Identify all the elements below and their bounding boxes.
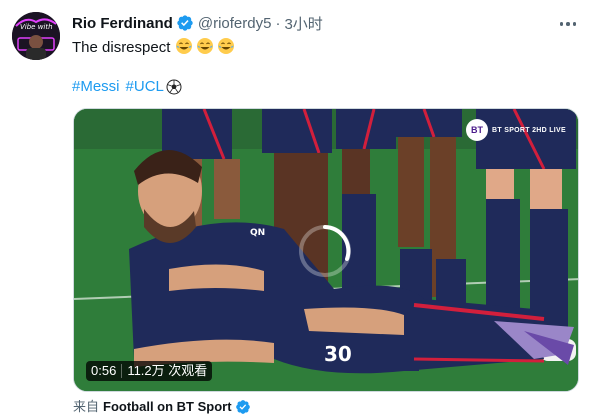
hashtags: #Messi #UCL [72, 77, 182, 97]
svg-text:Vibe with: Vibe with [20, 23, 53, 31]
hashtag-messi[interactable]: #Messi [72, 77, 120, 97]
jersey-number: 30 [324, 342, 352, 366]
tweet-text: The disrespect [72, 37, 235, 58]
timestamp[interactable]: 3小时 [284, 13, 322, 34]
bt-sport-logo: BT BT SPORT 2HD LIVE [466, 119, 566, 141]
avatar[interactable]: Vibe with [12, 12, 60, 60]
separator-dot: · [275, 14, 281, 32]
verified-badge-icon [176, 14, 194, 32]
source-prefix: 来自 [73, 399, 100, 414]
tweet-text-content: The disrespect [72, 39, 171, 56]
video-source: 来自 Football on BT Sport [73, 398, 251, 416]
tweet-header: Rio Ferdinand @rioferdy5 · 3小时 [72, 12, 323, 34]
video-player[interactable]: 30 QN BT BT SPORT 2HD LIVE 0:56 11.2万 次观… [73, 108, 579, 392]
more-options-icon[interactable] [557, 14, 579, 34]
hashtag-ucl[interactable]: #UCL [126, 77, 164, 97]
channel-label: BT SPORT 2HD LIVE [492, 126, 566, 134]
video-view-count: 11.2万 次观看 [127, 363, 208, 378]
bt-logo-circle: BT [466, 119, 489, 141]
sponsor-text: QN [250, 228, 265, 238]
soccer-ball-icon [166, 79, 182, 95]
author-name[interactable]: Rio Ferdinand [72, 15, 173, 32]
tweet-card[interactable]: Vibe with Rio Ferdinand @rioferdy5 · 3小时… [0, 0, 601, 418]
tears-of-joy-emoji-icon [197, 38, 214, 54]
loading-spinner-icon [299, 225, 351, 277]
tears-of-joy-emoji-icon [176, 38, 193, 54]
author-handle[interactable]: @rioferdy5 [198, 15, 272, 32]
verified-badge-icon [235, 399, 251, 415]
video-stats-badge: 0:56 11.2万 次观看 [86, 361, 213, 381]
source-account-link[interactable]: Football on BT Sport [103, 398, 232, 416]
tears-of-joy-emoji-icon [218, 38, 235, 54]
emoji-group [175, 37, 235, 55]
video-duration: 0:56 [91, 363, 117, 378]
